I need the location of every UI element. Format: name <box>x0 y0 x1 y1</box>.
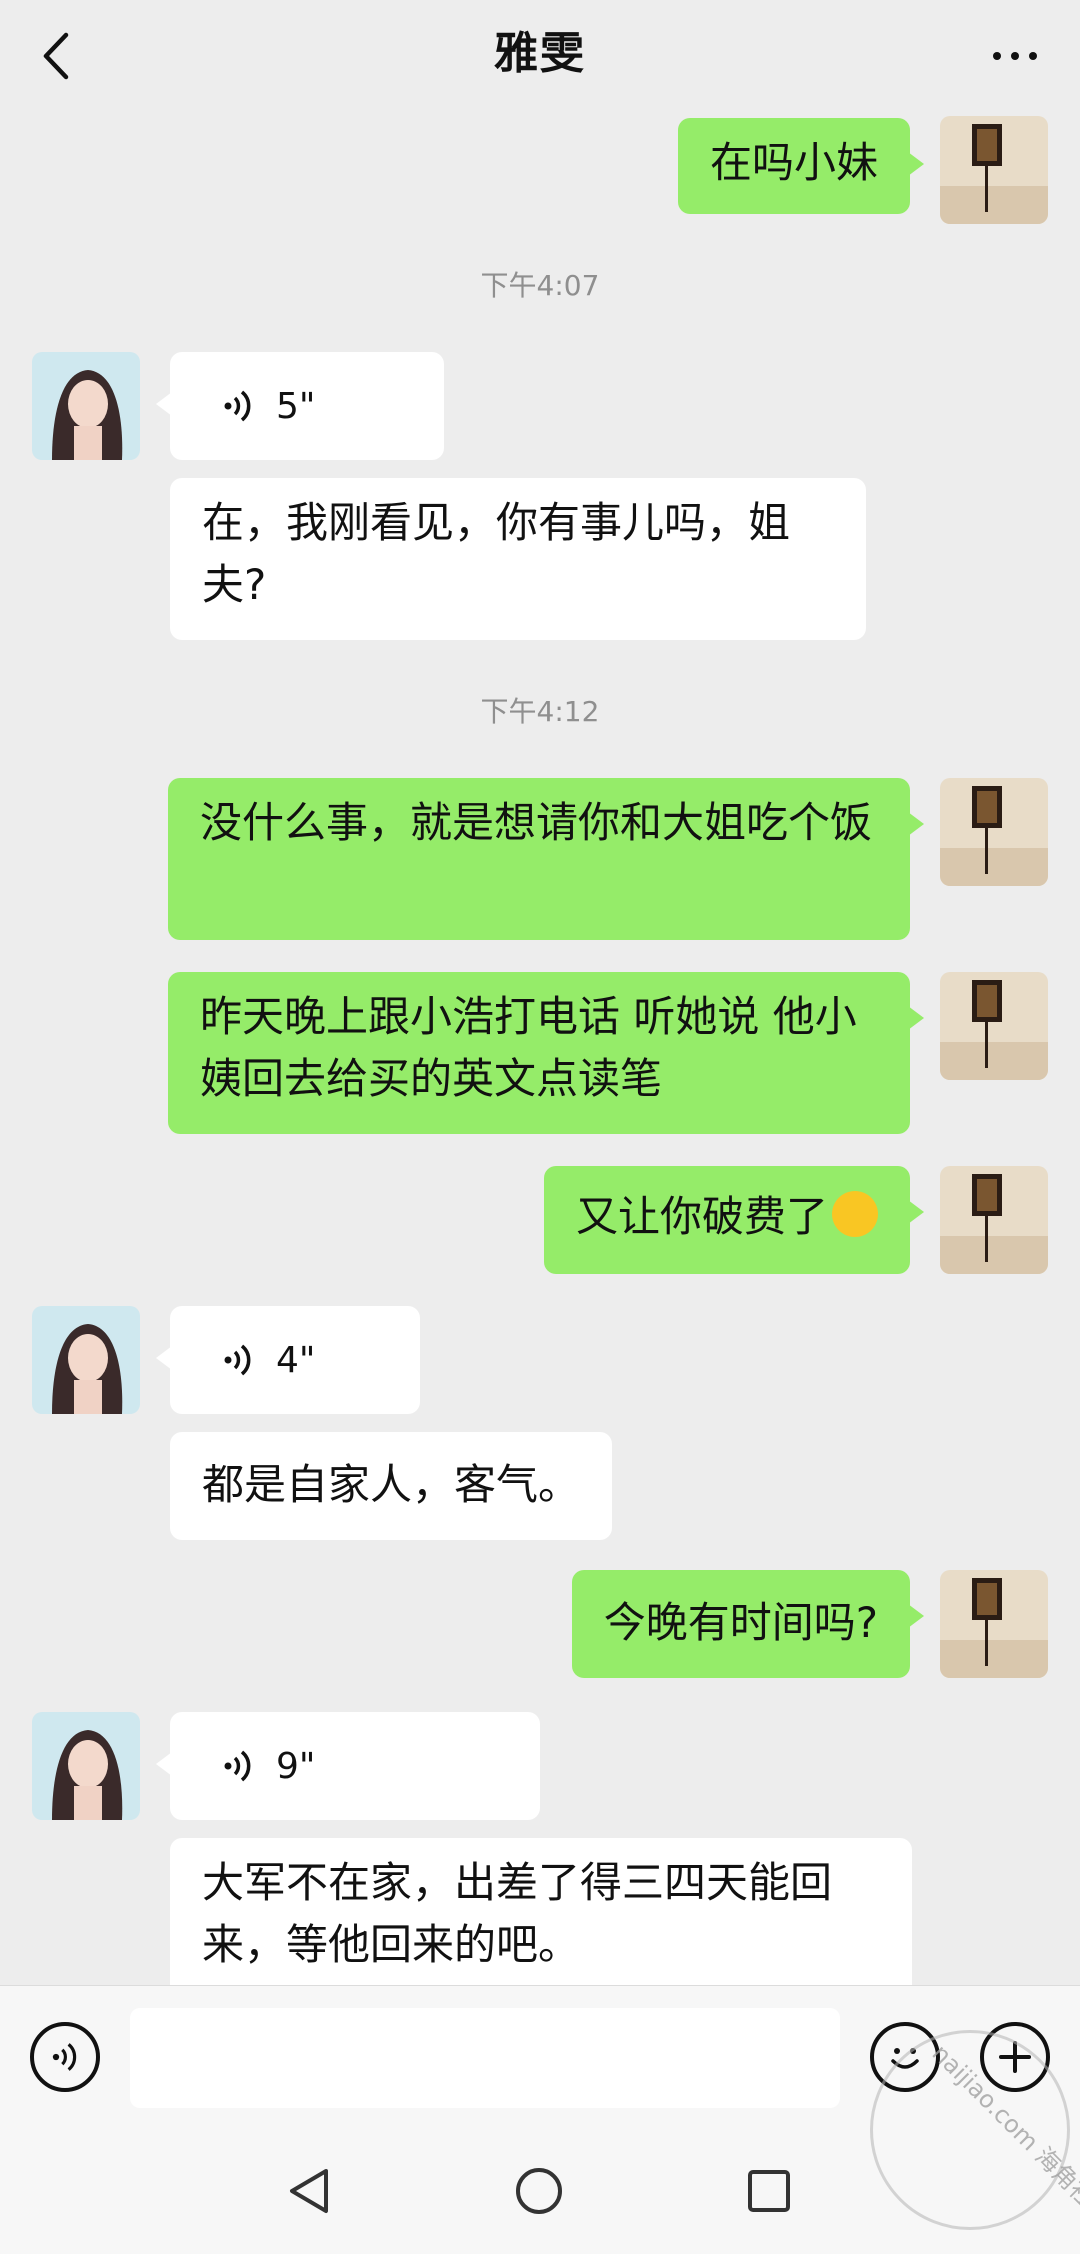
avatar-contact[interactable] <box>32 1712 140 1820</box>
avatar-contact[interactable] <box>32 352 140 460</box>
input-bar <box>0 1985 1080 2126</box>
message-text: 又让你破费了 <box>575 1192 828 1241</box>
avatar-me[interactable] <box>940 1570 1048 1678</box>
emoji-icon <box>891 2048 919 2069</box>
nav-back-icon <box>290 2169 328 2213</box>
voice-message[interactable]: 9" <box>156 1712 540 1820</box>
more-icon <box>993 52 1001 60</box>
more-button[interactable] <box>980 28 1050 84</box>
chat-area: 在吗小妹 下午4:07 5" 在，我刚看见，你有事儿吗，姐夫? 下午4:12 没… <box>0 0 1080 1985</box>
message-bubble-sent[interactable]: 昨天晚上跟小浩打电话 听她说 他小姨回去给买的英文点读笔 <box>168 972 924 1134</box>
message-bubble-received[interactable]: 在，我刚看见，你有事儿吗，姐夫? <box>170 478 866 640</box>
message-bubble-sent[interactable]: 在吗小妹 <box>677 118 925 214</box>
message-bubble-received[interactable]: 大军不在家，出差了得三四天能回来，等他回来的吧。 <box>170 1838 912 1985</box>
nav-back-button[interactable] <box>274 2156 344 2226</box>
chat-header: 雅雯 <box>0 0 1080 110</box>
avatar-me[interactable] <box>940 1166 1048 1274</box>
timestamp: 下午4:12 <box>480 695 600 728</box>
message-bubble-sent[interactable]: 又让你破费了 <box>543 1166 925 1274</box>
message-bubble-sent[interactable]: 没什么事，就是想请你和大姐吃个饭 <box>168 778 924 940</box>
chat-title: 雅雯 <box>494 28 586 79</box>
message-bubble-received[interactable]: 都是自家人，客气。 <box>170 1432 613 1540</box>
voice-duration: 4" <box>276 1339 316 1381</box>
nav-recents-icon <box>748 2170 790 2212</box>
emoji-icon <box>832 1191 878 1237</box>
system-nav-bar <box>0 2126 1080 2254</box>
more-functions-button[interactable] <box>980 2022 1050 2092</box>
message-input[interactable] <box>130 2008 840 2108</box>
emoji-button[interactable] <box>870 2022 940 2092</box>
voice-wave-icon <box>224 1344 251 1376</box>
voice-duration: 5" <box>276 385 316 427</box>
plus-icon <box>999 2041 1031 2073</box>
voice-duration: 9" <box>276 1745 316 1787</box>
message-bubble-sent[interactable]: 今晚有时间吗? <box>571 1570 925 1678</box>
voice-message[interactable]: 5" <box>156 352 444 460</box>
timestamp: 下午4:07 <box>480 269 600 302</box>
voice-wave-icon <box>224 390 251 422</box>
voice-wave-icon <box>224 1750 251 1782</box>
voice-input-button[interactable] <box>30 2022 100 2092</box>
avatar-me[interactable] <box>940 116 1048 224</box>
avatar-me[interactable] <box>940 778 1048 886</box>
nav-home-icon <box>516 2168 562 2214</box>
voice-wave-icon <box>52 2043 77 2071</box>
avatar-contact[interactable] <box>32 1306 140 1414</box>
nav-recents-button[interactable] <box>734 2156 804 2226</box>
voice-message[interactable]: 4" <box>156 1306 420 1414</box>
nav-home-button[interactable] <box>504 2156 574 2226</box>
avatar-me[interactable] <box>940 972 1048 1080</box>
